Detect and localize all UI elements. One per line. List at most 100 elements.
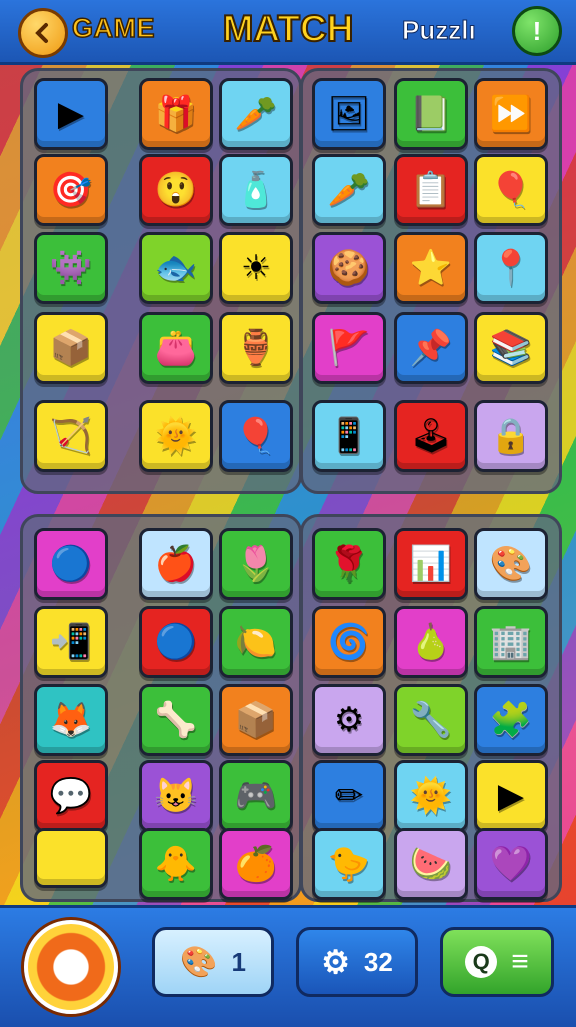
tile-heart[interactable]: 💜 bbox=[474, 828, 548, 900]
tile-carrot-leaf[interactable]: 🥕 bbox=[312, 154, 386, 226]
tile-pear[interactable]: 🍐 bbox=[394, 606, 468, 678]
tile-play-red[interactable]: ▶ bbox=[474, 760, 548, 832]
tile-chart[interactable]: 📊 bbox=[394, 528, 468, 600]
tile-orange-blob[interactable]: 🍊 bbox=[219, 828, 293, 900]
tile-play-store[interactable]: ▶ bbox=[34, 78, 108, 150]
apple-icon: 🍎 bbox=[154, 545, 198, 583]
tile-photo-frame[interactable]: 🖼 bbox=[312, 78, 386, 150]
tile-rose[interactable]: 🌹 bbox=[312, 528, 386, 600]
heart-bubble-icon: 💬 bbox=[49, 777, 93, 815]
gear-icon: ⚙ bbox=[321, 944, 350, 980]
search-badge-icon: Q bbox=[465, 946, 498, 978]
carrot-icon: 🥕 bbox=[234, 95, 278, 133]
pin-icon: 📍 bbox=[489, 249, 533, 287]
tile-melon[interactable]: 🍉 bbox=[394, 828, 468, 900]
tile-yellow-tile[interactable] bbox=[34, 828, 108, 888]
tile-monster-face[interactable]: 👾 bbox=[34, 232, 108, 304]
tile-balloon-dog[interactable]: 🎈 bbox=[474, 154, 548, 226]
tile-play-arrow[interactable]: ⏩ bbox=[474, 78, 548, 150]
books-icon: 📚 bbox=[489, 329, 533, 367]
photo-frame-icon: 🖼 bbox=[327, 95, 371, 133]
tile-book[interactable]: 📗 bbox=[394, 78, 468, 150]
tile-bottle[interactable]: 🧴 bbox=[219, 154, 293, 226]
tile-gameboy[interactable]: 🎮 bbox=[219, 760, 293, 832]
palette-icon: 🎨 bbox=[180, 945, 218, 979]
tile-dart-arrow[interactable]: 🎯 bbox=[34, 154, 108, 226]
map-pin-icon: 📌 bbox=[409, 329, 453, 367]
tile-fox[interactable]: 🦊 bbox=[34, 684, 108, 756]
tile-books[interactable]: 📚 bbox=[474, 312, 548, 384]
tile-sun[interactable]: ☀ bbox=[219, 232, 293, 304]
chart-icon: 📊 bbox=[409, 545, 453, 583]
tile-arcade[interactable]: 🕹 bbox=[394, 400, 468, 472]
tile-heart-bubble[interactable]: 💬 bbox=[34, 760, 108, 832]
pencil-icon: ✏ bbox=[334, 777, 364, 815]
tile-blue-orb[interactable]: 🔵 bbox=[139, 606, 213, 678]
orange-blob-icon: 🍊 bbox=[234, 845, 278, 883]
tile-jar[interactable]: 🏺 bbox=[219, 312, 293, 384]
tile-star-wand[interactable]: ⭐ bbox=[394, 232, 468, 304]
tile-sticker-box[interactable]: 📦 bbox=[219, 684, 293, 756]
tile-apple[interactable]: 🍎 bbox=[139, 528, 213, 600]
tile-pencil[interactable]: ✏ bbox=[312, 760, 386, 832]
tile-building[interactable]: 🏢 bbox=[474, 606, 548, 678]
tile-cookie-face[interactable]: 🍪 bbox=[312, 232, 386, 304]
tile-spiral[interactable]: 🌀 bbox=[312, 606, 386, 678]
tile-balloon[interactable]: 🎈 bbox=[219, 400, 293, 472]
star-wand-icon: ⭐ bbox=[409, 249, 453, 287]
info-button[interactable]: ! bbox=[512, 6, 562, 56]
hint-button[interactable]: 🎨 1 bbox=[152, 927, 274, 997]
spin-button[interactable] bbox=[24, 920, 118, 1014]
gameboy-icon: 🎮 bbox=[234, 777, 278, 815]
spiral-icon: 🌀 bbox=[327, 623, 371, 661]
building-icon: 🏢 bbox=[489, 623, 533, 661]
chick-icon: 🐥 bbox=[154, 845, 198, 883]
tile-puzzle-card[interactable]: 🧩 bbox=[474, 684, 548, 756]
fox-icon: 🦊 bbox=[49, 701, 93, 739]
tile-pin[interactable]: 📍 bbox=[474, 232, 548, 304]
tile-tablet[interactable]: 📱 bbox=[312, 400, 386, 472]
tile-gear-face[interactable]: ⚙ bbox=[312, 684, 386, 756]
tile-red-face[interactable]: 😲 bbox=[139, 154, 213, 226]
tile-bone[interactable]: 🦴 bbox=[139, 684, 213, 756]
tile-painting[interactable]: 🎨 bbox=[474, 528, 548, 600]
tile-chick[interactable]: 🐥 bbox=[139, 828, 213, 900]
settings-button[interactable]: ⚙ 32 bbox=[296, 927, 418, 997]
arrow-icon: 🏹 bbox=[49, 417, 93, 455]
tile-purple-face[interactable]: 😺 bbox=[139, 760, 213, 832]
tile-flower[interactable]: 🌷 bbox=[219, 528, 293, 600]
red-face-icon: 😲 bbox=[154, 171, 198, 209]
tile-duck[interactable]: 🐤 bbox=[312, 828, 386, 900]
tile-sun-face[interactable]: 🌞 bbox=[394, 760, 468, 832]
tile-gear-ball[interactable]: 🔵 bbox=[34, 528, 108, 600]
tile-carrot[interactable]: 🥕 bbox=[219, 78, 293, 150]
carrot-leaf-icon: 🥕 bbox=[327, 171, 371, 209]
play-arrow-icon: ⏩ bbox=[489, 95, 533, 133]
tile-checklist[interactable]: 📋 bbox=[394, 154, 468, 226]
tile-arrow[interactable]: 🏹 bbox=[34, 400, 108, 472]
tile-lock-bag[interactable]: 🔒 bbox=[474, 400, 548, 472]
gift-box-icon: 🎁 bbox=[154, 95, 198, 133]
tile-cube-box[interactable]: 📦 bbox=[34, 312, 108, 384]
blue-orb-icon: 🔵 bbox=[154, 623, 198, 661]
dart-arrow-icon: 🎯 bbox=[49, 171, 93, 209]
menu-button[interactable]: Q ≡ bbox=[440, 927, 554, 997]
tablet-icon: 📱 bbox=[327, 417, 371, 455]
purple-face-icon: 😺 bbox=[154, 777, 198, 815]
tile-flag[interactable]: 🚩 bbox=[312, 312, 386, 384]
bone-icon: 🦴 bbox=[154, 701, 198, 739]
balloon-dog-icon: 🎈 bbox=[489, 171, 533, 209]
checklist-icon: 📋 bbox=[409, 171, 453, 209]
play-store-icon: ▶ bbox=[57, 95, 85, 133]
cube-box-icon: 📦 bbox=[49, 329, 93, 367]
tile-phone[interactable]: 📲 bbox=[34, 606, 108, 678]
tile-map-pin[interactable]: 📌 bbox=[394, 312, 468, 384]
tile-tool[interactable]: 🔧 bbox=[394, 684, 468, 756]
tile-fish[interactable]: 🐟 bbox=[139, 232, 213, 304]
bottle-icon: 🧴 bbox=[234, 171, 278, 209]
tile-bag[interactable]: 👛 bbox=[139, 312, 213, 384]
tile-gift-box[interactable]: 🎁 bbox=[139, 78, 213, 150]
tile-lemon[interactable]: 🍋 bbox=[219, 606, 293, 678]
fish-icon: 🐟 bbox=[154, 249, 198, 287]
tile-smiling-sun[interactable]: 🌞 bbox=[139, 400, 213, 472]
